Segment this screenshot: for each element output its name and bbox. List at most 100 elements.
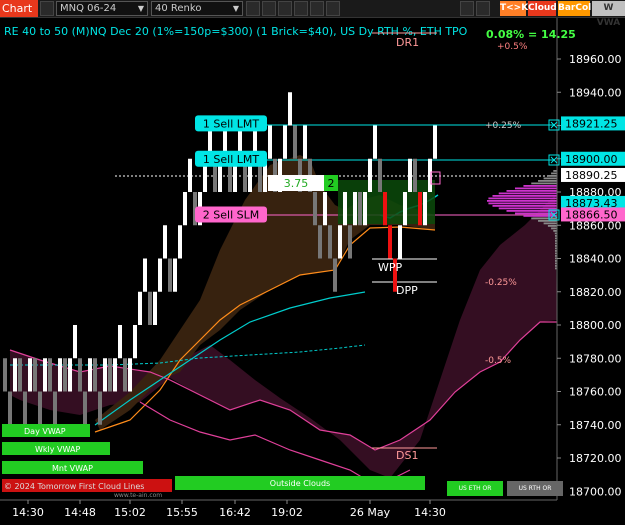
renko-brick: [383, 192, 387, 226]
profile-bar: [543, 177, 557, 180]
x-tick-label: 26 May: [350, 506, 391, 519]
renko-brick: [63, 358, 67, 392]
us-rth-or-label: US RTH OR: [519, 485, 552, 492]
profile-bar: [531, 217, 557, 220]
renko-brick: [433, 125, 437, 159]
profile-bar: [514, 187, 557, 190]
profile-bar: [492, 205, 557, 207]
renko-brick: [288, 92, 292, 126]
profile-bar: [506, 190, 557, 192]
renko-brick: [168, 258, 172, 292]
renko-brick: [103, 358, 107, 392]
profile-bar: [551, 172, 557, 175]
renko-brick: [158, 258, 162, 292]
x-tick-label: 14:48: [64, 506, 96, 519]
wpp-label: WPP: [378, 261, 403, 274]
profile-bar: [547, 225, 557, 227]
position-pnl: 3.75: [284, 177, 309, 190]
profile-bar: [547, 175, 557, 177]
weekly-vwap-label: Wkly VWAP: [35, 445, 80, 454]
renko-brick: [163, 225, 167, 259]
renko-brick: [73, 325, 77, 359]
renko-brick: [138, 291, 142, 325]
profile-bar: [514, 212, 557, 215]
renko-brick: [93, 358, 97, 392]
x-tick-label: 15:55: [166, 506, 198, 519]
minus-quarter-pct-label: -0.25%: [485, 278, 517, 288]
order-tag-label: 2 Sell SLM: [203, 208, 259, 221]
x-tick-label: 14:30: [12, 506, 44, 519]
renko-brick: [28, 358, 32, 392]
profile-bar: [498, 207, 557, 210]
y-tick-label: 18700.00: [569, 485, 622, 498]
renko-brick: [293, 125, 297, 159]
renko-brick: [353, 192, 357, 226]
price-label: 18900.00: [565, 153, 618, 166]
profile-bar: [492, 195, 557, 197]
minus-half-pct-label: -0.5%: [485, 356, 512, 366]
renko-brick: [18, 358, 22, 392]
y-tick-label: 18840.00: [569, 253, 622, 266]
price-label: 18921.25: [565, 117, 618, 130]
y-tick-label: 18760.00: [569, 386, 622, 399]
plus-quarter-pct-label: +0.25%: [485, 121, 522, 131]
profile-bar: [543, 222, 557, 225]
renko-brick: [133, 325, 137, 359]
renko-brick: [283, 125, 287, 159]
profile-bar: [523, 185, 557, 187]
renko-brick: [128, 358, 132, 392]
price-label: 18890.25: [565, 169, 618, 182]
y-tick-label: 18940.00: [569, 86, 622, 99]
renko-brick: [153, 291, 157, 325]
renko-brick: [118, 325, 122, 359]
profile-bar: [553, 230, 557, 232]
chart-window: Chart MNQ 06-24 ▼ 40 Renko ▼ T<>K Cloud Ba…: [0, 0, 625, 525]
renko-brick: [68, 358, 72, 392]
chart-panel[interactable]: 18960.0018940.0018920.0018900.0018880.00…: [0, 0, 625, 525]
us-eth-or-label: US ETH OR: [459, 485, 492, 492]
renko-brick: [173, 258, 177, 292]
price-label: 18866.50: [565, 208, 618, 221]
renko-brick: [368, 158, 372, 192]
renko-brick: [3, 358, 7, 392]
renko-brick: [378, 158, 382, 192]
renko-brick: [13, 358, 17, 392]
profile-bar: [538, 180, 557, 182]
y-tick-label: 18720.00: [569, 452, 622, 465]
monthly-vwap-label: Mnt VWAP: [52, 464, 93, 473]
profile-bar: [498, 192, 557, 195]
renko-brick: [318, 225, 322, 259]
x-tick-label: 14:30: [414, 506, 446, 519]
profile-bar: [531, 182, 557, 185]
renko-brick: [43, 358, 47, 392]
y-tick-label: 18780.00: [569, 352, 622, 365]
renko-brick: [148, 291, 152, 325]
profile-bar: [551, 227, 557, 230]
renko-brick: [83, 391, 87, 425]
ds1-label: DS1: [396, 449, 418, 462]
renko-brick: [98, 391, 102, 425]
y-tick-label: 18740.00: [569, 419, 622, 432]
renko-brick: [38, 391, 42, 425]
position-qty: 2: [328, 177, 335, 190]
renko-brick: [8, 391, 12, 425]
order-tag-label: 1 Sell LMT: [203, 153, 259, 166]
renko-brick: [388, 225, 392, 259]
renko-brick: [78, 358, 82, 392]
renko-brick: [48, 358, 52, 392]
renko-brick: [113, 358, 117, 392]
renko-brick: [53, 391, 57, 425]
y-tick-label: 18820.00: [569, 286, 622, 299]
renko-brick: [418, 192, 422, 226]
profile-bar: [487, 200, 557, 202]
profile-bar: [553, 170, 557, 172]
renko-brick: [403, 192, 407, 226]
cloud-edge-magenta-lower: [139, 401, 411, 486]
renko-brick: [423, 192, 427, 226]
x-axis: 14:30 14:48 15:02 15:55 16:42 19:02 26 May 14:3…: [12, 500, 446, 519]
watermark-url: www.te-ain.com: [114, 492, 162, 499]
renko-brick: [358, 192, 362, 226]
renko-brick: [303, 125, 307, 159]
y-tick-label: 18960.00: [569, 53, 622, 66]
renko-brick: [398, 225, 402, 259]
